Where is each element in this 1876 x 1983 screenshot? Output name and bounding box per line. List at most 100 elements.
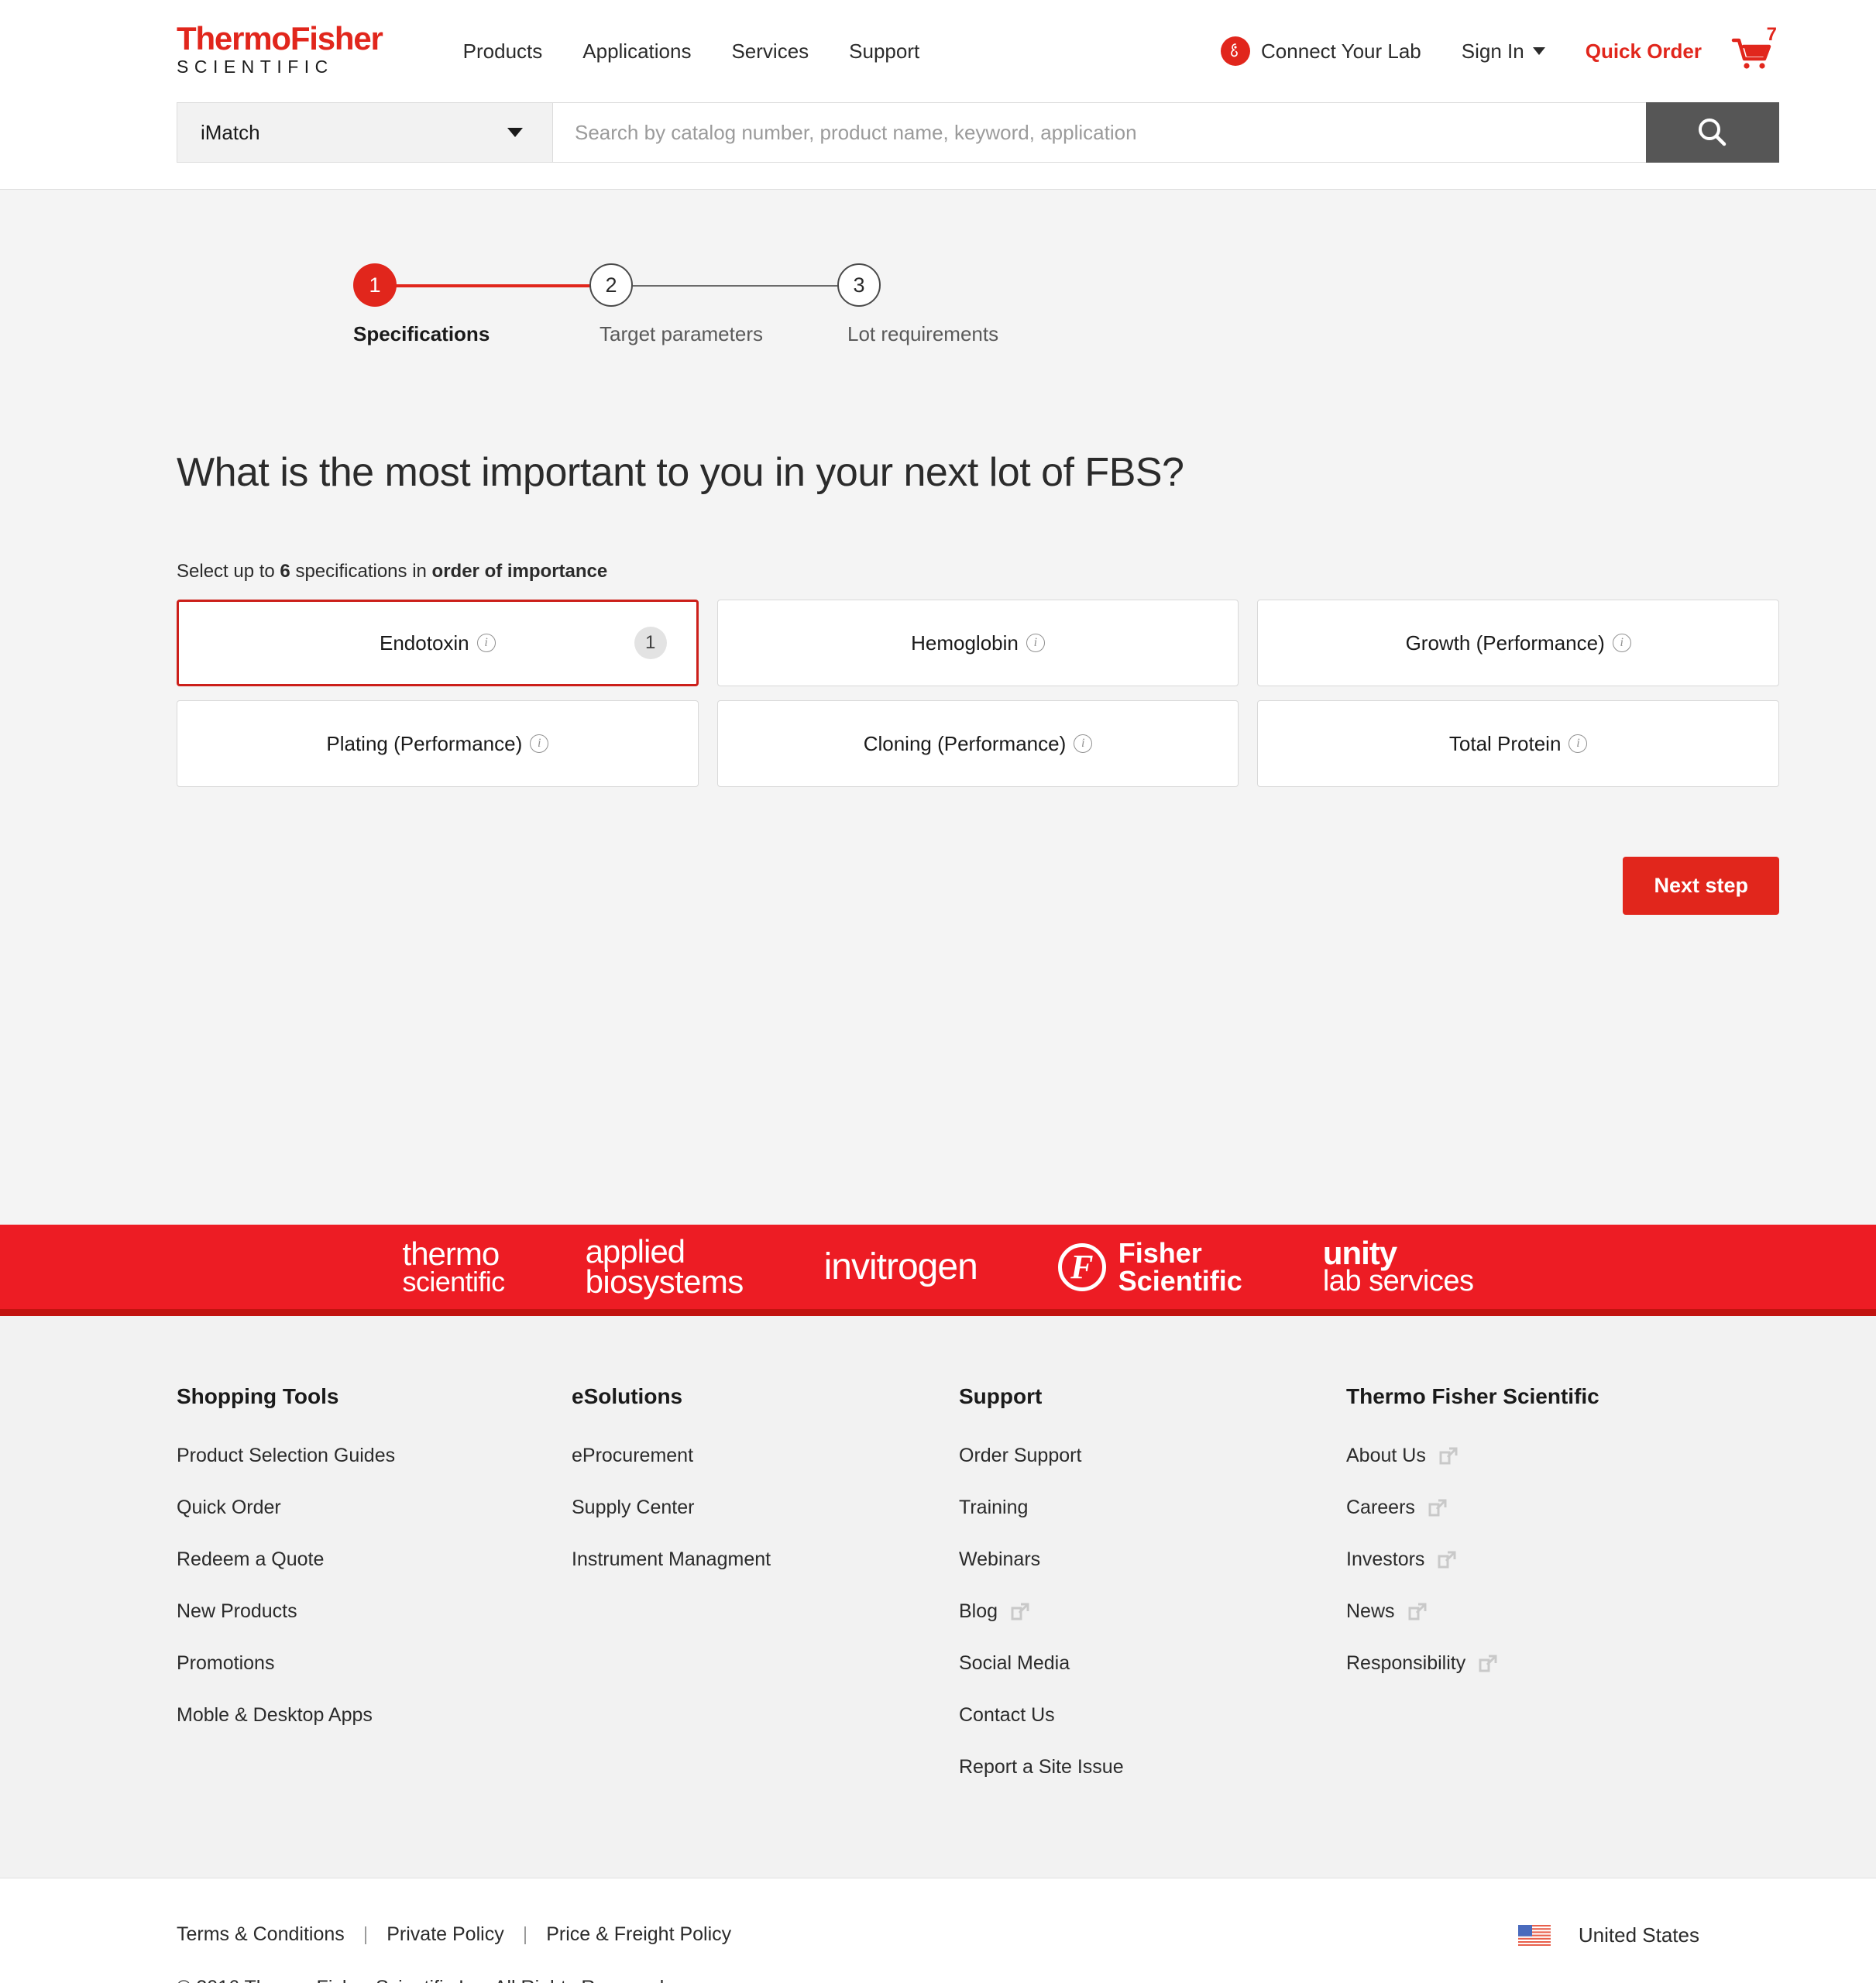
spec-label-endotoxin: Endotoxin [380, 631, 469, 655]
connect-lab-icon [1221, 36, 1251, 66]
brand-logo-invitrogen[interactable]: invitrogen [824, 1246, 978, 1288]
spec-card-cloning-performance[interactable]: Cloning (Performance) i [716, 700, 1239, 787]
info-icon[interactable]: i [1026, 634, 1045, 652]
progress-stepper: 1 2 3 Specifications Target parameters L… [177, 190, 1779, 349]
footer-link-webinars[interactable]: Webinars [959, 1548, 1346, 1571]
footer-link-social-media[interactable]: Social Media [959, 1652, 1346, 1675]
spec-card-endotoxin[interactable]: Endotoxin i 1 [177, 600, 699, 686]
external-link-icon [1437, 1550, 1457, 1570]
footer-link-label: Report a Site Issue [959, 1756, 1124, 1778]
footer-link-about-us[interactable]: About Us [1346, 1445, 1699, 1467]
footer-links-section: Shopping Tools Product Selection Guides … [0, 1316, 1876, 1878]
stepper-connector-2-3 [610, 285, 858, 287]
us-flag-icon [1517, 1925, 1551, 1946]
stepper-node-2[interactable]: 2 [589, 263, 633, 307]
footer-link-blog[interactable]: Blog [959, 1600, 1346, 1623]
nav-item-applications[interactable]: Applications [582, 40, 691, 64]
info-icon[interactable]: i [476, 634, 496, 652]
footer-link-label: Investors [1346, 1548, 1425, 1570]
brand-ab-line2: biosystems [585, 1263, 744, 1300]
brand-logo-applied-biosystems[interactable]: applied biosystems [585, 1236, 744, 1300]
footer-link-label: Responsibility [1346, 1652, 1466, 1674]
footer-heading-esolutions: eSolutions [572, 1384, 683, 1408]
brand-logo-fisher-scientific[interactable]: F Fisher Scientific [1057, 1239, 1242, 1295]
instructions-middle: specifications in [290, 561, 432, 582]
stepper-labels: Specifications Target parameters Lot req… [177, 322, 1779, 353]
country-label: United States [1578, 1923, 1699, 1947]
footer-link-supply-center[interactable]: Supply Center [572, 1497, 959, 1519]
connect-your-lab-button[interactable]: Connect Your Lab [1221, 36, 1421, 66]
info-icon[interactable]: i [1568, 734, 1588, 753]
nav-item-support[interactable]: Support [849, 40, 919, 64]
brand-banner: thermo scientific applied biosystems inv… [0, 1225, 1876, 1316]
chevron-down-icon [1532, 47, 1545, 55]
footer-link-contact-us[interactable]: Contact Us [959, 1704, 1346, 1727]
shopping-cart-button[interactable]: 7 [1731, 24, 1779, 73]
legal-link-terms-and-conditions[interactable]: Terms & Conditions [177, 1923, 345, 1946]
sign-in-dropdown[interactable]: Sign In [1462, 40, 1545, 64]
external-link-icon [1478, 1654, 1498, 1674]
footer-link-responsibility[interactable]: Responsibility [1346, 1652, 1699, 1675]
footer-link-eprocurement[interactable]: eProcurement [572, 1445, 959, 1467]
footer-link-order-support[interactable]: Order Support [959, 1445, 1346, 1467]
spec-card-plating-performance[interactable]: Plating (Performance) i [177, 700, 699, 787]
footer-link-label: Webinars [959, 1548, 1041, 1570]
thermofisher-logo[interactable]: ThermoFisher SCIENTIFIC [177, 22, 383, 79]
external-link-icon [1438, 1446, 1459, 1466]
cart-item-count: 7 [1766, 24, 1777, 45]
legal-links: Terms & Conditions | Private Policy | Pr… [177, 1923, 731, 1946]
brand-logo-unity-lab-services[interactable]: unity lab services [1323, 1236, 1474, 1296]
search-scope-select[interactable]: iMatch [177, 102, 553, 163]
chevron-down-icon [507, 128, 523, 137]
footer-link-redeem-a-quote[interactable]: Redeem a Quote [177, 1548, 572, 1571]
quick-order-link[interactable]: Quick Order [1586, 40, 1702, 64]
brand-thermo-line1: thermo [402, 1235, 500, 1272]
stepper-label-lot-requirements: Lot requirements [847, 322, 999, 345]
footer-link-label: Redeem a Quote [177, 1548, 325, 1570]
footer-link-label: Social Media [959, 1652, 1070, 1674]
stepper-node-3[interactable]: 3 [837, 263, 881, 307]
footer-link-training[interactable]: Training [959, 1497, 1346, 1519]
connect-lab-label: Connect Your Lab [1261, 39, 1421, 63]
spec-card-total-protein[interactable]: Total Protein i [1257, 700, 1779, 787]
info-icon[interactable]: i [1074, 734, 1093, 753]
country-selector[interactable]: United States [1517, 1923, 1699, 1947]
stepper-node-1[interactable]: 1 [353, 263, 397, 307]
brand-thermo-line2: scientific [402, 1266, 506, 1298]
spec-rank-badge: 1 [634, 627, 667, 659]
footer-link-instrument-management[interactable]: Instrument Managment [572, 1548, 959, 1571]
footer-columns: Shopping Tools Product Selection Guides … [177, 1384, 1699, 1808]
info-icon[interactable]: i [1612, 634, 1631, 652]
instructions-count: 6 [280, 561, 290, 582]
legal-link-price-and-freight-policy[interactable]: Price & Freight Policy [546, 1923, 731, 1946]
footer-link-report-a-site-issue[interactable]: Report a Site Issue [959, 1756, 1346, 1779]
spec-card-growth-performance[interactable]: Growth (Performance) i [1257, 600, 1779, 686]
footer-link-quick-order[interactable]: Quick Order [177, 1497, 572, 1519]
legal-separator: | [362, 1923, 369, 1945]
search-bar: iMatch [0, 102, 1876, 163]
next-step-row: Next step [177, 857, 1779, 915]
external-link-icon [1010, 1602, 1030, 1622]
nav-item-services[interactable]: Services [731, 40, 809, 64]
legal-link-private-policy[interactable]: Private Policy [387, 1923, 503, 1946]
search-icon [1699, 119, 1727, 146]
footer-link-label: eProcurement [572, 1445, 694, 1466]
spec-label-total-protein: Total Protein [1448, 731, 1562, 755]
footer-link-new-products[interactable]: New Products [177, 1600, 572, 1623]
footer-link-careers[interactable]: Careers [1346, 1497, 1699, 1519]
search-submit-button[interactable] [1646, 102, 1779, 163]
brand-logo-thermo-scientific[interactable]: thermo scientific [402, 1235, 506, 1298]
nav-item-products[interactable]: Products [463, 40, 543, 64]
footer-link-news[interactable]: News [1346, 1600, 1699, 1623]
search-input[interactable] [553, 102, 1646, 163]
footer-link-promotions[interactable]: Promotions [177, 1652, 572, 1675]
header-utility-area: Connect Your Lab Sign In Quick Order 7 [1221, 24, 1779, 73]
footer-link-label: Supply Center [572, 1497, 695, 1518]
next-step-button[interactable]: Next step [1623, 857, 1779, 915]
footer-link-mobile-desktop-apps[interactable]: Moble & Desktop Apps [177, 1704, 572, 1727]
footer-link-investors[interactable]: Investors [1346, 1548, 1699, 1571]
stepper-connector-1-2 [375, 284, 611, 287]
spec-card-hemoglobin[interactable]: Hemoglobin i [716, 600, 1239, 686]
footer-link-product-selection-guides[interactable]: Product Selection Guides [177, 1445, 572, 1467]
info-icon[interactable]: i [530, 734, 549, 753]
